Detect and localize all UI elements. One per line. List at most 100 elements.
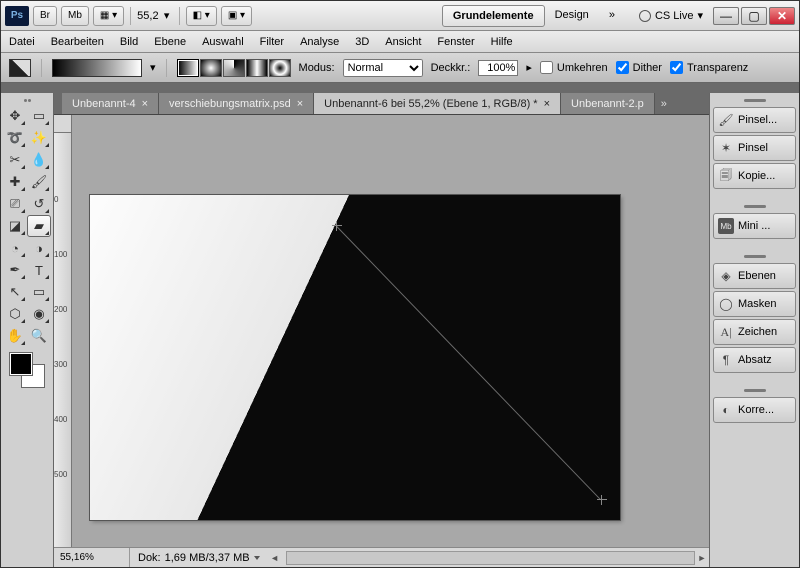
- gradient-tool[interactable]: ▰: [27, 215, 51, 237]
- menu-fenster[interactable]: Fenster: [437, 36, 474, 48]
- gradient-reflected[interactable]: [246, 59, 268, 77]
- workspace-grundelemente[interactable]: Grundelemente: [442, 5, 545, 27]
- stamp-tool[interactable]: ⎚: [3, 193, 27, 215]
- tool-preset-picker[interactable]: [9, 59, 31, 77]
- title-bar: Ps Br Mb ▦ ▾ 55,2 ▾ ◧ ▾ ▣ ▾ Grundelement…: [1, 1, 799, 31]
- close-button[interactable]: ✕: [769, 7, 795, 25]
- close-icon[interactable]: ×: [142, 98, 148, 110]
- toolbox-grip[interactable]: [7, 97, 47, 103]
- transparenz-check[interactable]: Transparenz: [670, 61, 748, 74]
- brush-icon: ✶: [718, 140, 734, 156]
- scroll-right-icon[interactable]: ►: [695, 553, 709, 563]
- panel-korrekturen[interactable]: ◐Korre...: [713, 397, 796, 423]
- ruler-corner: [54, 115, 72, 133]
- heal-tool[interactable]: ✚: [3, 171, 27, 193]
- history-brush-tool[interactable]: ↺: [27, 193, 51, 215]
- panel-grip[interactable]: [710, 253, 799, 259]
- chevron-right-icon[interactable]: ▸: [526, 61, 532, 74]
- shape-tool[interactable]: ▭: [27, 281, 51, 303]
- chevron-down-icon[interactable]: ▾: [161, 9, 173, 22]
- cslive-button[interactable]: CS Live ▾: [639, 9, 703, 22]
- panel-kopierquelle[interactable]: 🗐Kopie...: [713, 163, 796, 189]
- hscrollbar[interactable]: [286, 551, 695, 565]
- dither-check[interactable]: Dither: [616, 61, 662, 74]
- eraser-tool[interactable]: ◪: [3, 215, 27, 237]
- gradient-end-handle[interactable]: [597, 495, 607, 505]
- adjust-icon: ◐: [718, 402, 734, 418]
- menu-bild[interactable]: Bild: [120, 36, 138, 48]
- menu-bearbeiten[interactable]: Bearbeiten: [51, 36, 104, 48]
- type-tool[interactable]: T: [27, 259, 51, 281]
- gradient-linear[interactable]: [177, 59, 199, 77]
- close-icon[interactable]: ×: [544, 98, 550, 110]
- close-icon[interactable]: ×: [297, 98, 303, 110]
- gradient-radial[interactable]: [200, 59, 222, 77]
- gradient-diamond[interactable]: [269, 59, 291, 77]
- workspace-design[interactable]: Design: [545, 5, 599, 27]
- path-select-tool[interactable]: ↖: [3, 281, 27, 303]
- layout-button[interactable]: ▦ ▾: [93, 6, 124, 26]
- tabs-overflow[interactable]: »: [655, 93, 673, 114]
- 3d-tool[interactable]: ⬡: [3, 303, 27, 325]
- scroll-left-icon[interactable]: ◄: [268, 553, 282, 563]
- menu-ebene[interactable]: Ebene: [154, 36, 186, 48]
- bridge-button[interactable]: Br: [33, 6, 57, 26]
- panel-minibridge[interactable]: MbMini ...: [713, 213, 796, 239]
- chevron-down-icon[interactable]: ▾: [150, 61, 156, 74]
- menu-3d[interactable]: 3D: [355, 36, 369, 48]
- workspace-more[interactable]: »: [599, 5, 625, 27]
- wand-tool[interactable]: ✨: [27, 127, 51, 149]
- 3d-camera-tool[interactable]: ◉: [27, 303, 51, 325]
- panel-grip[interactable]: [710, 97, 799, 103]
- menu-auswahl[interactable]: Auswahl: [202, 36, 244, 48]
- rulers: 0 100 200 300 400 500 600 700 800 900 10…: [54, 115, 709, 133]
- dodge-tool[interactable]: ◑: [27, 237, 51, 259]
- panel-grip[interactable]: [710, 387, 799, 393]
- doc-tab[interactable]: verschiebungsmatrix.psd×: [159, 93, 314, 114]
- panel-grip[interactable]: [710, 203, 799, 209]
- lasso-tool[interactable]: ➰: [3, 127, 27, 149]
- foreground-color[interactable]: [10, 353, 32, 375]
- panel-pinselvorgaben[interactable]: 🖌Pinsel...: [713, 107, 796, 133]
- maximize-button[interactable]: ▢: [741, 7, 767, 25]
- minimize-button[interactable]: —: [713, 7, 739, 25]
- blur-tool[interactable]: ◔: [3, 237, 27, 259]
- status-zoom[interactable]: 55,16%: [54, 548, 130, 567]
- doc-tab[interactable]: Unbenannt-6 bei 55,2% (Ebene 1, RGB/8) *…: [314, 93, 561, 114]
- menu-datei[interactable]: Datei: [9, 36, 35, 48]
- panel-ebenen[interactable]: ◈Ebenen: [713, 263, 796, 289]
- status-docinfo[interactable]: Dok: 1,69 MB/3,37 MB: [130, 552, 268, 564]
- minibridge-button[interactable]: Mb: [61, 6, 89, 26]
- zoom-combo[interactable]: 55,2 ▾: [137, 9, 172, 22]
- panel-pinsel[interactable]: ✶Pinsel: [713, 135, 796, 161]
- brush-tool[interactable]: 🖌: [27, 171, 51, 193]
- menu-analyse[interactable]: Analyse: [300, 36, 339, 48]
- crop-tool[interactable]: ✂: [3, 149, 27, 171]
- marquee-tool[interactable]: ▭: [27, 105, 51, 127]
- deckkr-input[interactable]: [478, 60, 518, 76]
- canvas-viewport[interactable]: [72, 133, 709, 547]
- pen-tool[interactable]: ✒: [3, 259, 27, 281]
- modus-select[interactable]: Normal: [343, 59, 423, 77]
- right-panels: 🖌Pinsel... ✶Pinsel 🗐Kopie... MbMini ... …: [709, 93, 799, 567]
- menu-filter[interactable]: Filter: [260, 36, 284, 48]
- panel-masken[interactable]: ◯Masken: [713, 291, 796, 317]
- gradient-start-handle[interactable]: [332, 221, 342, 231]
- gradient-picker[interactable]: [52, 59, 142, 77]
- gradient-angle[interactable]: [223, 59, 245, 77]
- eyedropper-tool[interactable]: 💧: [27, 149, 51, 171]
- ruler-vertical[interactable]: 0 100 200 300 400 500: [54, 133, 72, 547]
- color-swatches[interactable]: [10, 353, 44, 387]
- doc-tab[interactable]: Unbenannt-2.p: [561, 93, 655, 114]
- menu-ansicht[interactable]: Ansicht: [385, 36, 421, 48]
- umkehren-check[interactable]: Umkehren: [540, 61, 608, 74]
- panel-zeichen[interactable]: A|Zeichen: [713, 319, 796, 345]
- panel-absatz[interactable]: ¶Absatz: [713, 347, 796, 373]
- move-tool[interactable]: ✥: [3, 105, 27, 127]
- doc-tab[interactable]: Unbenannt-4×: [62, 93, 159, 114]
- arrange-button[interactable]: ◧ ▾: [186, 6, 217, 26]
- screenmode-button[interactable]: ▣ ▾: [221, 6, 252, 26]
- menu-hilfe[interactable]: Hilfe: [491, 36, 513, 48]
- zoom-tool[interactable]: 🔍: [27, 325, 51, 347]
- hand-tool[interactable]: ✋: [3, 325, 27, 347]
